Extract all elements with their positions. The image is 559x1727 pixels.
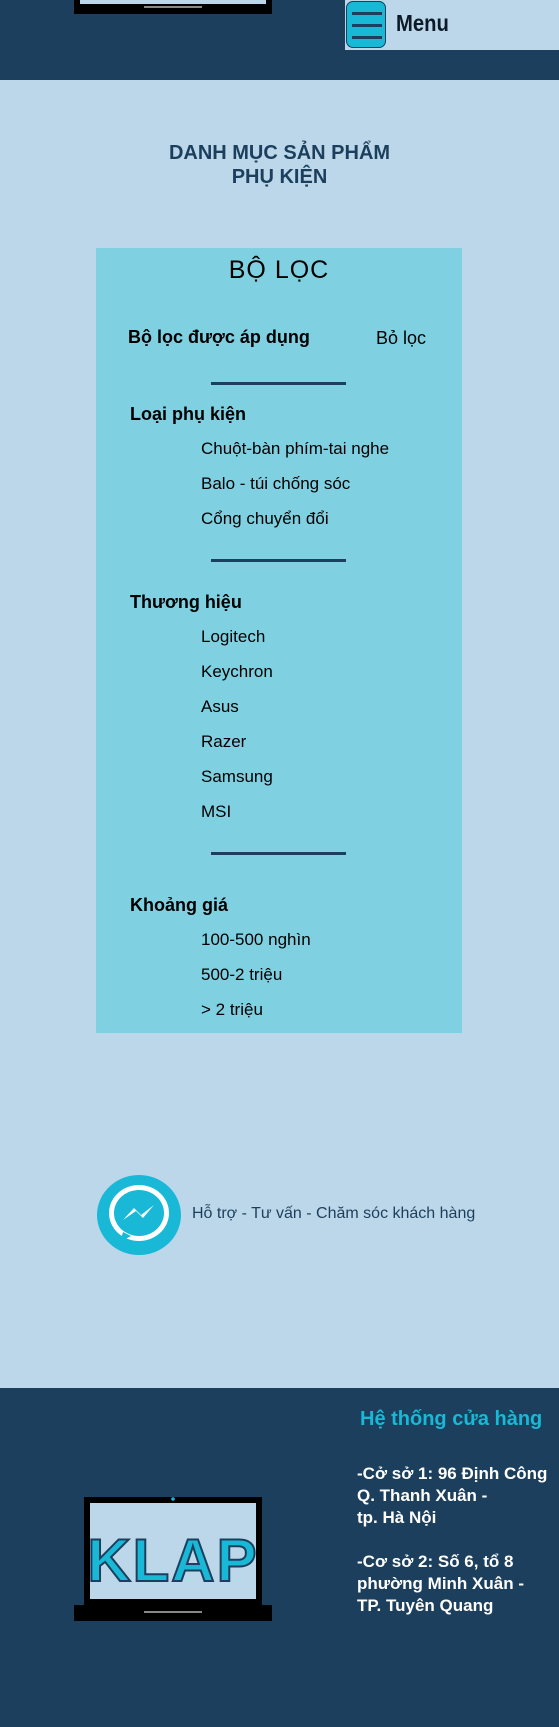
filter-option[interactable]: Balo - túi chống sóc: [201, 474, 350, 494]
section-title-accessory-type: Loại phụ kiện: [130, 404, 247, 424]
klap-logo[interactable]: KLAP: [74, 1493, 272, 1621]
logo-text: KLAP: [87, 1527, 258, 1594]
support-text[interactable]: Hỗ trợ - Tư vấn - Chăm sóc khách hàng: [192, 1205, 475, 1223]
divider: [211, 382, 346, 385]
store-address-line: -Cơ sở 2: Số 6, tổ 8: [357, 1552, 514, 1571]
divider: [211, 852, 346, 855]
menu-bar: Menu: [345, 0, 559, 50]
filter-option[interactable]: Logitech: [201, 627, 265, 647]
filter-option[interactable]: > 2 triệu: [201, 1000, 263, 1020]
filter-option[interactable]: Cổng chuyển đổi: [201, 509, 329, 529]
store-address-line: tp. Hà Nội: [357, 1508, 437, 1527]
filter-option[interactable]: Keychron: [201, 662, 273, 682]
laptop-logo-icon[interactable]: [74, 0, 272, 14]
filter-option[interactable]: 500-2 triệu: [201, 965, 282, 985]
applied-filters-label: Bộ lọc được áp dụng: [128, 327, 310, 347]
store-address-line: phường Minh Xuân -: [357, 1574, 524, 1593]
category-subtitle: PHỤ KIỆN: [231, 166, 328, 188]
filter-option[interactable]: MSI: [201, 802, 231, 822]
filter-title: BỘ LỌC: [228, 256, 330, 284]
filter-option[interactable]: Samsung: [201, 767, 273, 787]
category-title: DANH MỤC SẢN PHẨM: [168, 142, 391, 164]
clear-filters-link[interactable]: Bỏ lọc: [376, 328, 426, 349]
hamburger-line: [352, 24, 382, 27]
store-address-line: -Cở sở 1: 96 Định Công: [357, 1464, 548, 1483]
section-title-price-range: Khoảng giá: [130, 895, 228, 915]
filter-option[interactable]: 100-500 nghìn: [201, 930, 311, 950]
filter-panel: BỘ LỌC Bộ lọc được áp dụng Bỏ lọc Loại p…: [96, 248, 462, 1033]
filter-option[interactable]: Razer: [201, 732, 246, 752]
hamburger-icon: [352, 12, 382, 15]
footer: Hệ thống cửa hàng -Cở sở 1: 96 Định Công…: [0, 1388, 559, 1727]
section-title-brand: Thương hiệu: [130, 592, 242, 612]
hamburger-line: [352, 36, 382, 39]
menu-label[interactable]: Menu: [396, 10, 449, 37]
filter-option[interactable]: Asus: [201, 697, 239, 717]
store-address-line: TP. Tuyên Quang: [357, 1596, 494, 1615]
header: Menu: [0, 0, 559, 80]
filter-option[interactable]: Chuột-bàn phím-tai nghe: [201, 439, 389, 459]
stores-title: Hệ thống cửa hàng: [360, 1408, 543, 1430]
store-address-line: Q. Thanh Xuân -: [357, 1486, 488, 1505]
messenger-icon[interactable]: [96, 1174, 182, 1256]
hamburger-menu-button[interactable]: [346, 1, 386, 48]
divider: [211, 559, 346, 562]
